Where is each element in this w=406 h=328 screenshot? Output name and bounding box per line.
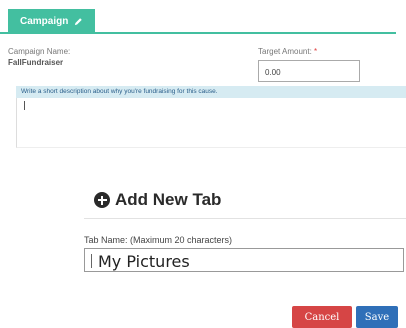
tab-campaign[interactable]: Campaign — [8, 9, 96, 34]
text-caret — [24, 101, 25, 110]
tab-name-label: Tab Name: (Maximum 20 characters) — [84, 235, 233, 245]
section-divider — [84, 218, 406, 219]
cancel-button[interactable]: Cancel — [292, 306, 352, 328]
target-amount-label: Target Amount: * — [258, 47, 317, 56]
add-new-tab-heading-text: Add New Tab — [115, 190, 222, 209]
target-amount-input[interactable]: 0.00 — [258, 60, 360, 82]
description-textarea[interactable] — [16, 98, 406, 148]
pencil-icon — [75, 18, 83, 26]
tab-campaign-label: Campaign — [20, 16, 69, 27]
required-mark: * — [314, 47, 318, 56]
add-new-tab-heading: Add New Tab — [94, 190, 221, 210]
tab-name-value: My Pictures — [98, 251, 190, 271]
plus-circle-icon — [94, 192, 110, 208]
description-placeholder: Write a short description about why you'… — [16, 86, 406, 98]
tab-name-input[interactable]: My Pictures — [84, 248, 404, 272]
target-amount-label-text: Target Amount: — [258, 47, 312, 56]
save-button[interactable]: Save — [356, 306, 398, 328]
text-caret — [91, 254, 92, 268]
campaign-name-label: Campaign Name: — [8, 47, 71, 56]
tab-strip: Campaign — [0, 0, 396, 34]
campaign-name-value: FallFundraiser — [8, 58, 64, 67]
